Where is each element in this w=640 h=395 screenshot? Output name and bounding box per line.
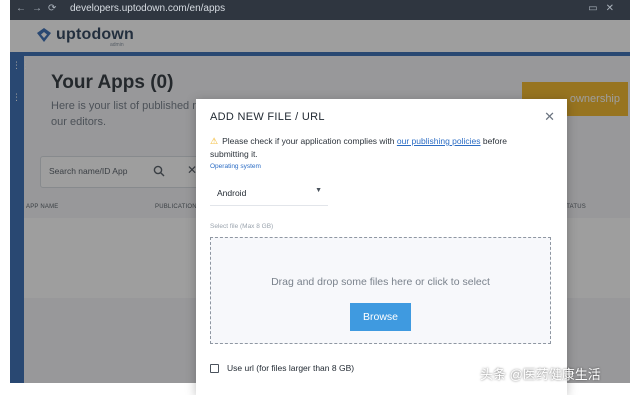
browse-button[interactable]: Browse: [350, 303, 411, 331]
warning-prefix: Please check if your application complie…: [222, 136, 397, 146]
os-value: Android: [217, 188, 247, 198]
os-label: Operating system: [210, 163, 261, 170]
browser-nav-icons[interactable]: ←→⟳: [16, 3, 62, 14]
checkbox-icon[interactable]: [210, 363, 219, 373]
browser-toolbar: ←→⟳ developers.uptodown.com/en/apps ▭✕: [10, 0, 630, 20]
warning-icon: ⚠: [210, 136, 219, 146]
file-dropzone[interactable]: Drag and drop some files here or click t…: [210, 237, 551, 344]
address-bar[interactable]: developers.uptodown.com/en/apps: [70, 3, 225, 14]
dropzone-message: Drag and drop some files here or click t…: [271, 276, 490, 288]
use-url-option[interactable]: Use url (for files larger than 8 GB): [210, 363, 354, 373]
add-file-dialog: ADD NEW FILE / URL ✕ ⚠ Please check if yo…: [196, 99, 567, 395]
watermark: 头条 @医药健康生活: [480, 367, 601, 382]
policy-warning: ⚠ Please check if your application compli…: [210, 135, 530, 161]
dialog-title: ADD NEW FILE / URL: [210, 111, 325, 123]
chevron-down-icon: ▼: [315, 187, 322, 194]
os-select[interactable]: Android ▼: [210, 180, 328, 206]
close-icon[interactable]: ✕: [544, 109, 555, 125]
publishing-policies-link[interactable]: our publishing policies: [397, 136, 481, 146]
file-label: Select file (Max 8 GB): [210, 223, 274, 230]
use-url-label: Use url (for files larger than 8 GB): [227, 363, 355, 373]
window-controls[interactable]: ▭✕: [588, 3, 622, 14]
